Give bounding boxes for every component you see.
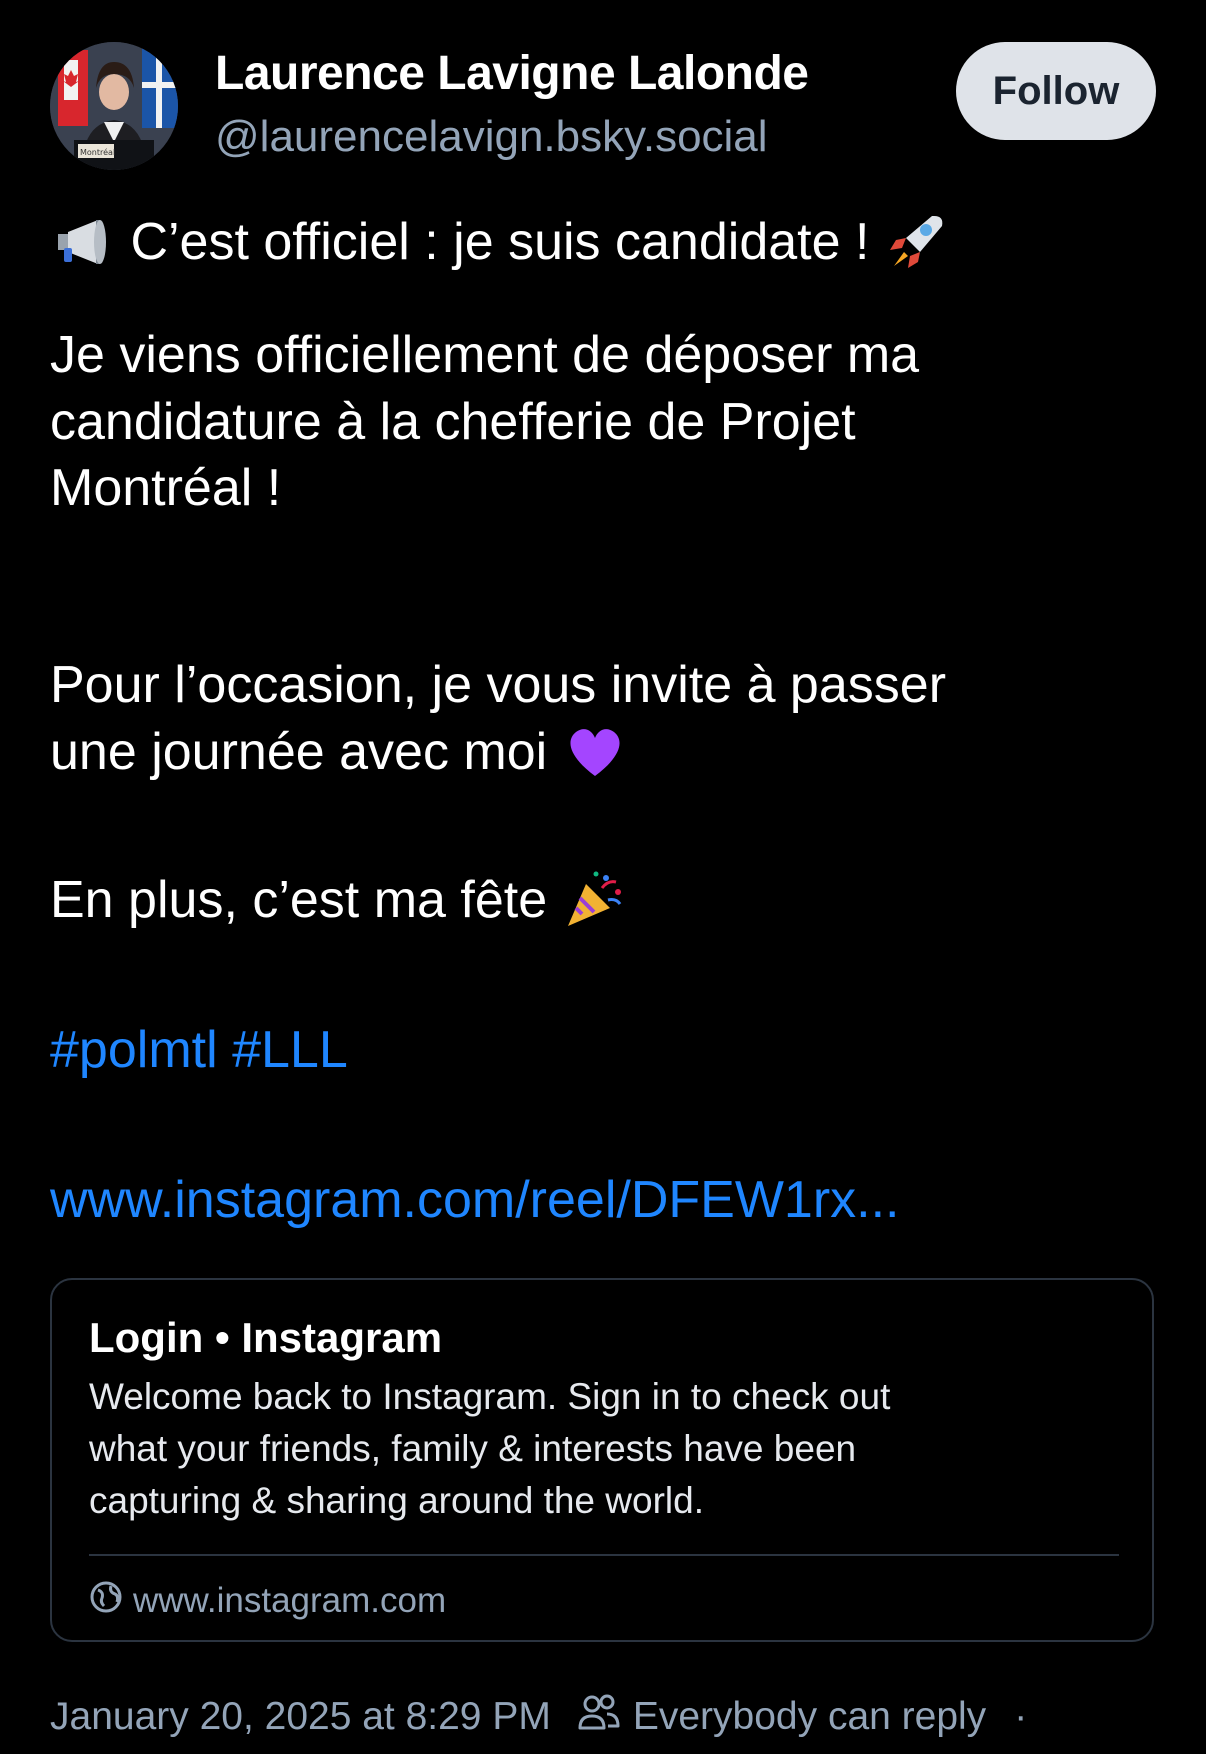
post-text-line: C’est officiel : je suis candidate ! [50,212,950,274]
post-text-line: En plus, c’est ma fête [50,870,628,932]
post-text: C’est officiel : je suis candidate ! [130,213,870,271]
post-text-line: une journée avec moi [50,722,628,784]
post-text: une journée avec moi [50,723,548,781]
hashtags[interactable]: #polmtl #LLL [50,1020,348,1080]
purple-heart-icon [562,718,628,784]
megaphone-icon [50,208,116,274]
author-display-name[interactable]: Laurence Lavigne Lalonde [215,46,809,101]
link-card-domain: www.instagram.com [89,1576,446,1626]
follow-button[interactable]: Follow [956,42,1156,140]
link-card-description: what your friends, family & interests ha… [89,1428,857,1469]
author-handle[interactable]: @laurencelavign.bsky.social [215,112,768,162]
post-thread-item: Montréal Laurence Lavigne Lalonde @laure… [0,0,1206,1754]
profile-photo: Montréal [50,42,178,170]
post-timestamp[interactable]: January 20, 2025 at 8:29 PM [50,1695,551,1739]
link-card-divider [89,1554,1119,1556]
post-text-line: Montréal ! [50,459,282,517]
link-card-description: capturing & sharing around the world. [89,1480,704,1521]
author-avatar[interactable]: Montréal [50,42,178,170]
post-text: En plus, c’est ma fête [50,871,548,929]
party-popper-icon [562,866,628,932]
post-text-line: candidature à la chefferie de Projet [50,393,856,451]
post-link[interactable]: www.instagram.com/reel/DFEW1rx... [50,1170,900,1230]
rocket-icon [884,208,950,274]
link-card-description: Welcome back to Instagram. Sign in to ch… [89,1376,891,1417]
globe-icon [89,1580,123,1623]
post-text-line: Je viens officiellement de déposer ma [50,326,920,384]
reply-setting[interactable]: Everybody can reply [633,1695,986,1739]
post-text-line: Pour l’occasion, je vous invite à passer [50,656,947,714]
post-meta: January 20, 2025 at 8:29 PM Everybody ca… [50,1692,1027,1742]
meta-separator: · [1014,1695,1028,1738]
podium-sign-text: Montréal [80,147,115,157]
link-preview-card[interactable]: Login • Instagram Welcome back to Instag… [50,1278,1154,1642]
link-card-title: Login • Instagram [89,1314,443,1361]
link-card-domain-text: www.instagram.com [133,1581,447,1620]
people-icon [577,1692,621,1742]
